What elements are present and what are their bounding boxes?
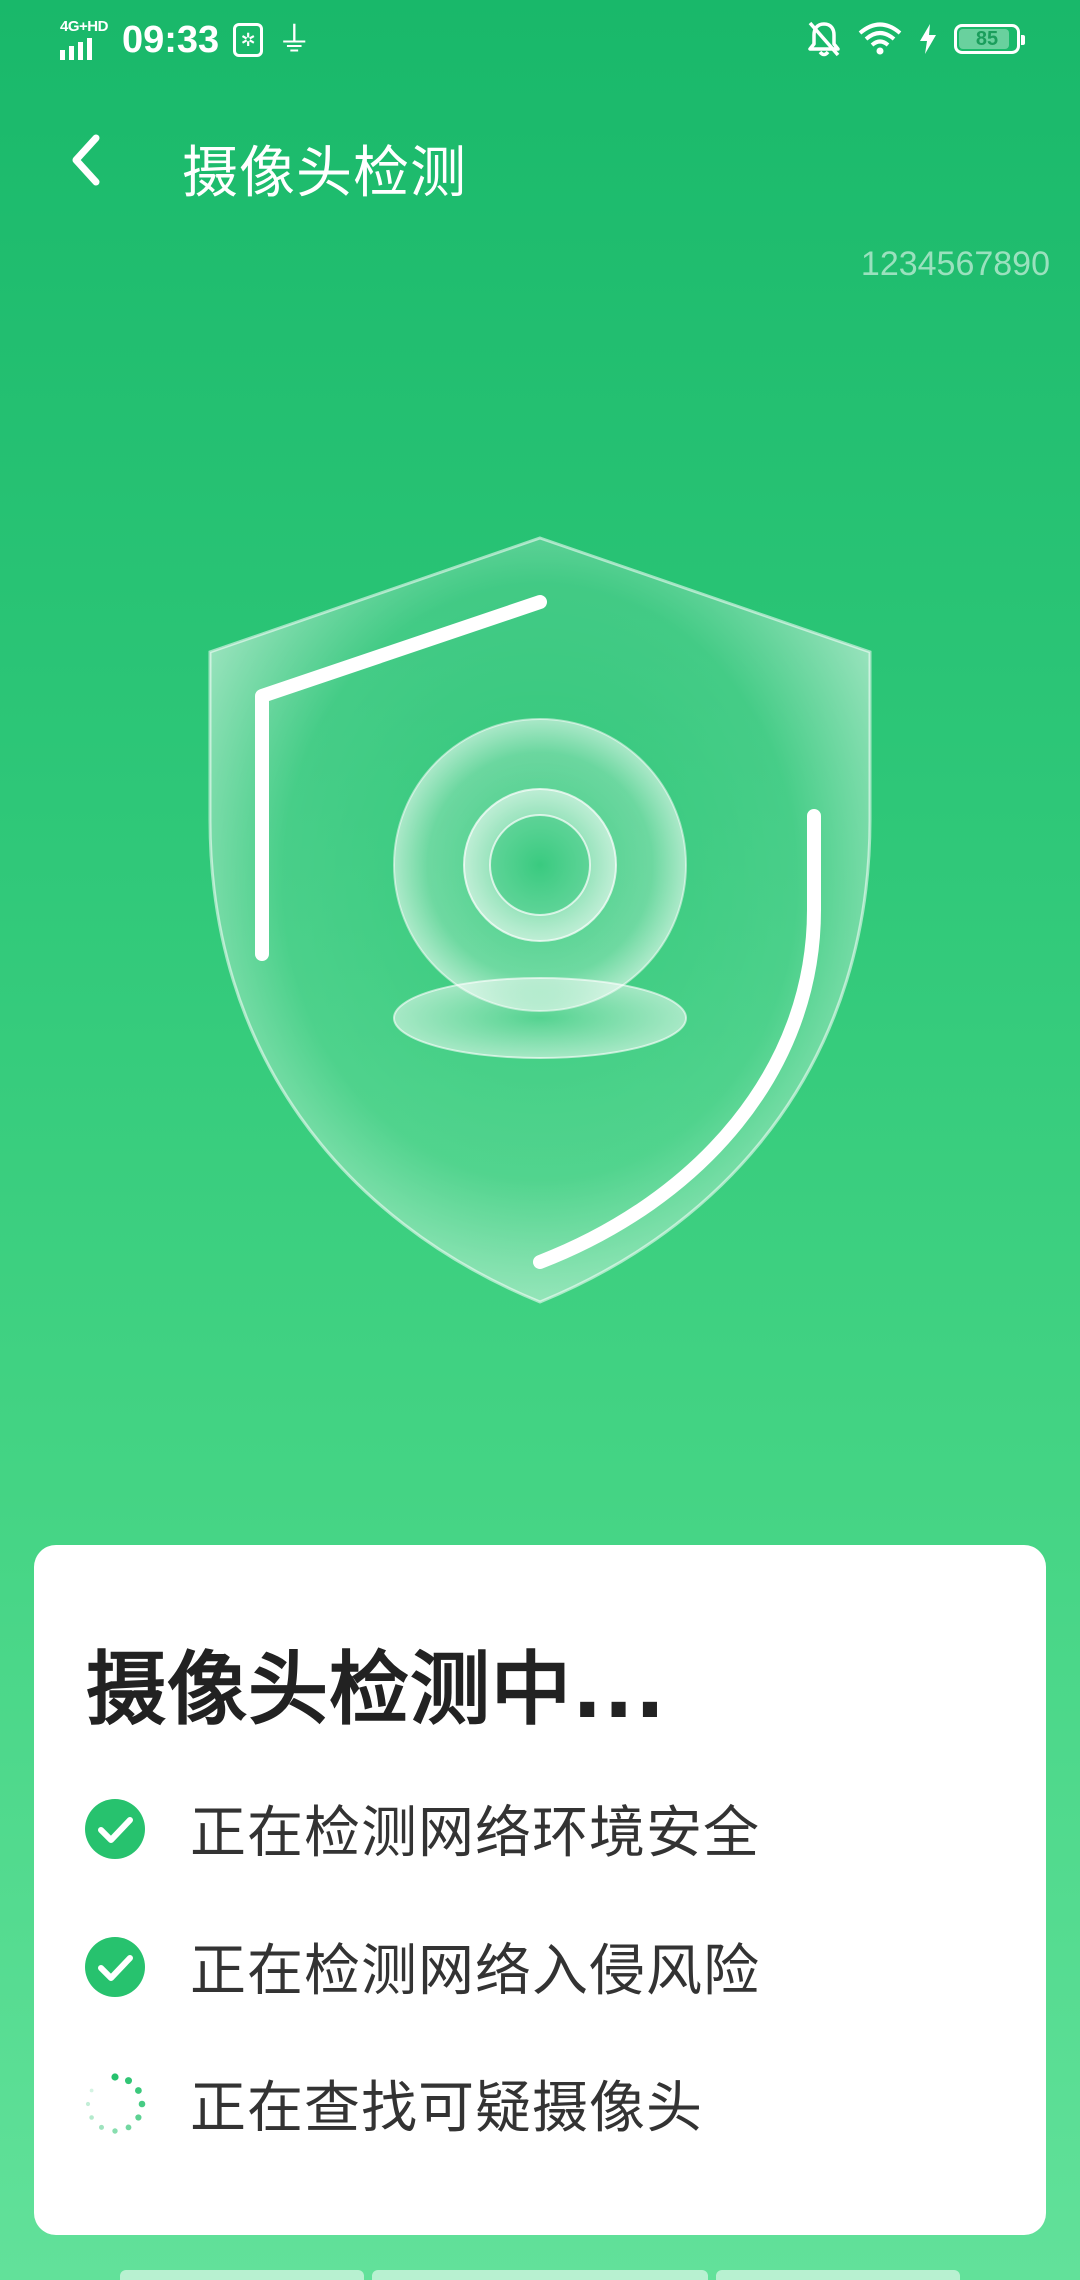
status-time: 09:33 bbox=[122, 18, 220, 61]
shield-camera-illustration bbox=[200, 530, 880, 1310]
detection-card: 摄像头检测中... 正在检测网络环境安全 正在检测网络入侵风险 正在查找可疑摄像… bbox=[34, 1545, 1046, 2235]
status-bar: 4G+HD 09:33 ✲ ⏚ 85 bbox=[0, 0, 1080, 80]
back-button[interactable] bbox=[56, 130, 116, 190]
list-item: 正在查找可疑摄像头 bbox=[84, 2063, 703, 2144]
item-label: 正在查找可疑摄像头 bbox=[190, 2076, 703, 2141]
bottom-tab bbox=[120, 2270, 364, 2280]
battery-level: 85 bbox=[975, 27, 999, 50]
check-circle-icon bbox=[85, 1798, 145, 1859]
bottom-tab bbox=[716, 2270, 960, 2280]
chevron-left-icon bbox=[72, 134, 100, 186]
spinner-icon bbox=[85, 2072, 146, 2134]
item-label: 正在检测网络入侵风险 bbox=[190, 1939, 760, 2004]
watermark-number: 1234567890 bbox=[860, 245, 1050, 283]
battery-icon: 85 bbox=[954, 24, 1025, 54]
charging-bolt-icon bbox=[920, 24, 936, 54]
card-title: 摄像头检测中... bbox=[86, 1643, 667, 1736]
cellular-signal-icon: 4G+HD bbox=[60, 18, 108, 62]
wifi-icon bbox=[858, 22, 902, 55]
list-item: 正在检测网络环境安全 bbox=[84, 1788, 760, 1869]
bottom-tab bbox=[372, 2270, 708, 2280]
usb-icon: ⏚ bbox=[277, 20, 312, 60]
usb-debug-icon: ✲ bbox=[233, 23, 264, 57]
shield-camera-icon bbox=[208, 536, 872, 1304]
network-type: 4G+HD bbox=[60, 18, 108, 35]
status-bar-left: 4G+HD 09:33 ✲ ⏚ bbox=[60, 18, 311, 62]
item-label: 正在检测网络环境安全 bbox=[190, 1801, 760, 1866]
list-item: 正在检测网络入侵风险 bbox=[84, 1926, 760, 2007]
status-bar-right: 85 bbox=[806, 20, 1025, 58]
check-circle-icon bbox=[85, 1936, 145, 1997]
page-title: 摄像头检测 bbox=[182, 141, 467, 206]
mute-bell-icon bbox=[808, 21, 840, 57]
